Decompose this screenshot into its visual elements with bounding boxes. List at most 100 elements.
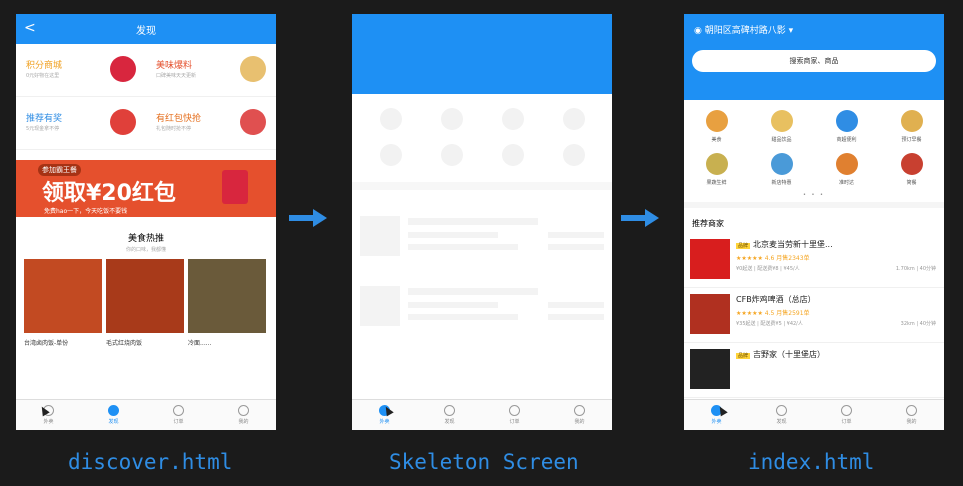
shop-row[interactable]: 品牌 吉野家（十里堡店） <box>684 343 944 398</box>
skeleton-line <box>408 244 518 250</box>
tab-item[interactable]: 发现 <box>417 400 482 430</box>
arrow-right-icon <box>289 209 327 227</box>
shop-list: 品牌 北京麦当劳新十里堡... ★★★★★ 4.6 月售2343单 ¥0起送 | 配送… <box>684 233 944 398</box>
feature-title: 有红包快抢 <box>156 114 202 124</box>
tab-label: 我的 <box>906 419 917 425</box>
shop-meta: ¥0起送 | 配送费¥8 | ¥45/人 <box>736 266 800 272</box>
feature-title: 推荐有奖 <box>26 114 63 124</box>
section-title: 推荐商家 <box>684 202 944 233</box>
tab-item[interactable]: 订单 <box>814 400 879 430</box>
tab-item[interactable]: 我的 <box>879 400 944 430</box>
feature-icon <box>110 56 136 82</box>
category-label: 新店特惠 <box>771 180 792 186</box>
category-icon <box>705 153 728 175</box>
banner-headline: 领取¥20红包 <box>42 181 176 206</box>
category-label: 商超便利 <box>836 137 857 143</box>
tab-icon <box>173 405 184 416</box>
shop-name-text: 北京麦当劳新十里堡... <box>753 240 833 249</box>
tab-label: 我的 <box>238 419 249 425</box>
shop-name: CFB炸鸡啤酒（总店） <box>736 294 816 305</box>
banner-subtext: 免费hao一下，今天吃饭不要钱 <box>44 208 128 215</box>
page-title: 发现 <box>136 26 156 37</box>
feature-cell[interactable]: 推荐有奖 5元现金拿不停 <box>16 97 146 150</box>
chevron-down-icon: ▾ <box>785 26 794 36</box>
tab-label: 发现 <box>108 419 119 425</box>
tab-item[interactable]: 订单 <box>482 400 547 430</box>
skeleton-circle <box>379 108 402 130</box>
shop-name: 品牌 吉野家（十里堡店） <box>736 349 825 360</box>
feature-cell[interactable]: 美味爆料 口碑美味天天更新 <box>146 44 276 97</box>
shop-logo <box>690 239 730 279</box>
skeleton-list-item <box>352 216 612 278</box>
tab-item[interactable]: 外卖 <box>16 400 81 430</box>
tab-label: 我的 <box>574 419 585 425</box>
search-input[interactable]: 搜索商家、商品 <box>692 50 936 72</box>
tab-label: 订单 <box>173 419 184 425</box>
feature-cell[interactable]: 有红包快抢礼包随时抢不停 <box>146 97 276 150</box>
food-card[interactable]: 冷面...... <box>188 259 266 347</box>
shop-name-text: CFB炸鸡啤酒（总店） <box>736 295 816 304</box>
food-name: 台湾卤肉饭-单份 <box>24 340 69 347</box>
category-item[interactable]: 果蔬生鲜 <box>684 153 749 186</box>
tab-label: 外卖 <box>711 419 722 425</box>
feature-cell[interactable]: 积分商城 0元好物在这里 <box>16 44 146 97</box>
red-envelope-icon <box>222 170 248 204</box>
tab-icon <box>906 405 917 416</box>
tab-label: 外卖 <box>379 419 390 425</box>
feature-subtitle: 0元好物在这里 <box>26 73 60 79</box>
feature-subtitle: 5元现金拿不停 <box>26 126 60 132</box>
food-card[interactable]: 毛式红烧肉饭 <box>106 259 184 347</box>
skeleton-line <box>548 302 604 308</box>
tab-item[interactable]: 外卖 <box>684 400 749 430</box>
shop-row[interactable]: CFB炸鸡啤酒（总店） ★★★★★ 4.5 月售2591单 ¥35起送 | 配送费¥… <box>684 288 944 343</box>
shop-meta: ¥35起送 | 配送费¥5 | ¥42/人 <box>736 321 803 327</box>
feature-subtitle: 礼包随时抢不停 <box>156 126 192 132</box>
address-selector[interactable]: ◉ 朝阳区高碑村路八影 ▾ <box>694 23 793 36</box>
category-label: 预订早餐 <box>901 137 922 143</box>
skeleton-icon-row <box>352 144 612 166</box>
category-label: 果蔬生鲜 <box>706 180 727 186</box>
skeleton-line <box>548 232 604 238</box>
category-item[interactable]: 准时达 <box>814 153 879 186</box>
category-item[interactable]: 预订早餐 <box>879 110 944 143</box>
tab-label: 订单 <box>509 419 520 425</box>
category-item[interactable]: 甜品饮品 <box>749 110 814 143</box>
skeleton-icon-row <box>352 108 612 130</box>
tab-item[interactable]: 发现 <box>749 400 814 430</box>
caption-index: index.html <box>748 450 875 474</box>
address-text: 朝阳区高碑村路八影 <box>704 26 786 36</box>
index-header: ◉ 朝阳区高碑村路八影 ▾ 搜索商家、商品 <box>684 14 944 100</box>
category-grid: 美食 甜品饮品 商超便利 预订早餐果蔬生鲜 新店特惠 准时达 简餐 <box>684 100 944 186</box>
feature-title: 积分商城 <box>26 61 63 71</box>
tab-item[interactable]: 外卖 <box>352 400 417 430</box>
feature-icon <box>240 56 266 82</box>
feature-grid: 积分商城 0元好物在这里 美味爆料 口碑美味天天更新推荐有奖 5元现金拿不停 有红包快抢礼… <box>16 44 276 150</box>
caption-skeleton: Skeleton Screen <box>389 450 579 474</box>
category-icon <box>835 110 858 132</box>
category-item[interactable]: 简餐 <box>879 153 944 186</box>
skeleton-line <box>408 288 538 295</box>
index-screen: ◉ 朝阳区高碑村路八影 ▾ 搜索商家、商品 美食 甜品饮品 商超便利 预订早餐果蔬生鲜… <box>684 14 944 430</box>
skeleton-screen: 外卖 发现 订单 我的 <box>352 14 612 430</box>
tab-icon <box>776 405 787 416</box>
tab-item[interactable]: 发现 <box>81 400 146 430</box>
tab-bar: 外卖 发现 订单 我的 <box>352 399 612 430</box>
tab-item[interactable]: 订单 <box>146 400 211 430</box>
category-item[interactable]: 美食 <box>684 110 749 143</box>
shop-row[interactable]: 品牌 北京麦当劳新十里堡... ★★★★★ 4.6 月售2343单 ¥0起送 | 配送… <box>684 233 944 288</box>
tab-item[interactable]: 我的 <box>211 400 276 430</box>
food-card[interactable]: 台湾卤肉饭-单份 <box>24 259 102 347</box>
skeleton-header <box>352 14 612 94</box>
tab-item[interactable]: 我的 <box>547 400 612 430</box>
shop-logo <box>690 349 730 389</box>
promo-banner[interactable]: 参加霸王餐 领取¥20红包 免费hao一下，今天吃饭不要钱 <box>16 160 276 217</box>
food-photo <box>188 259 266 333</box>
category-label: 甜品饮品 <box>771 137 792 143</box>
feature-icon <box>110 109 136 135</box>
shop-rating: ★★★★★ 4.5 月售2591单 <box>736 310 810 317</box>
feature-icon <box>240 109 266 135</box>
tab-icon <box>238 405 249 416</box>
feature-title: 美味爆料 <box>156 61 193 71</box>
category-item[interactable]: 新店特惠 <box>749 153 814 186</box>
category-item[interactable]: 商超便利 <box>814 110 879 143</box>
